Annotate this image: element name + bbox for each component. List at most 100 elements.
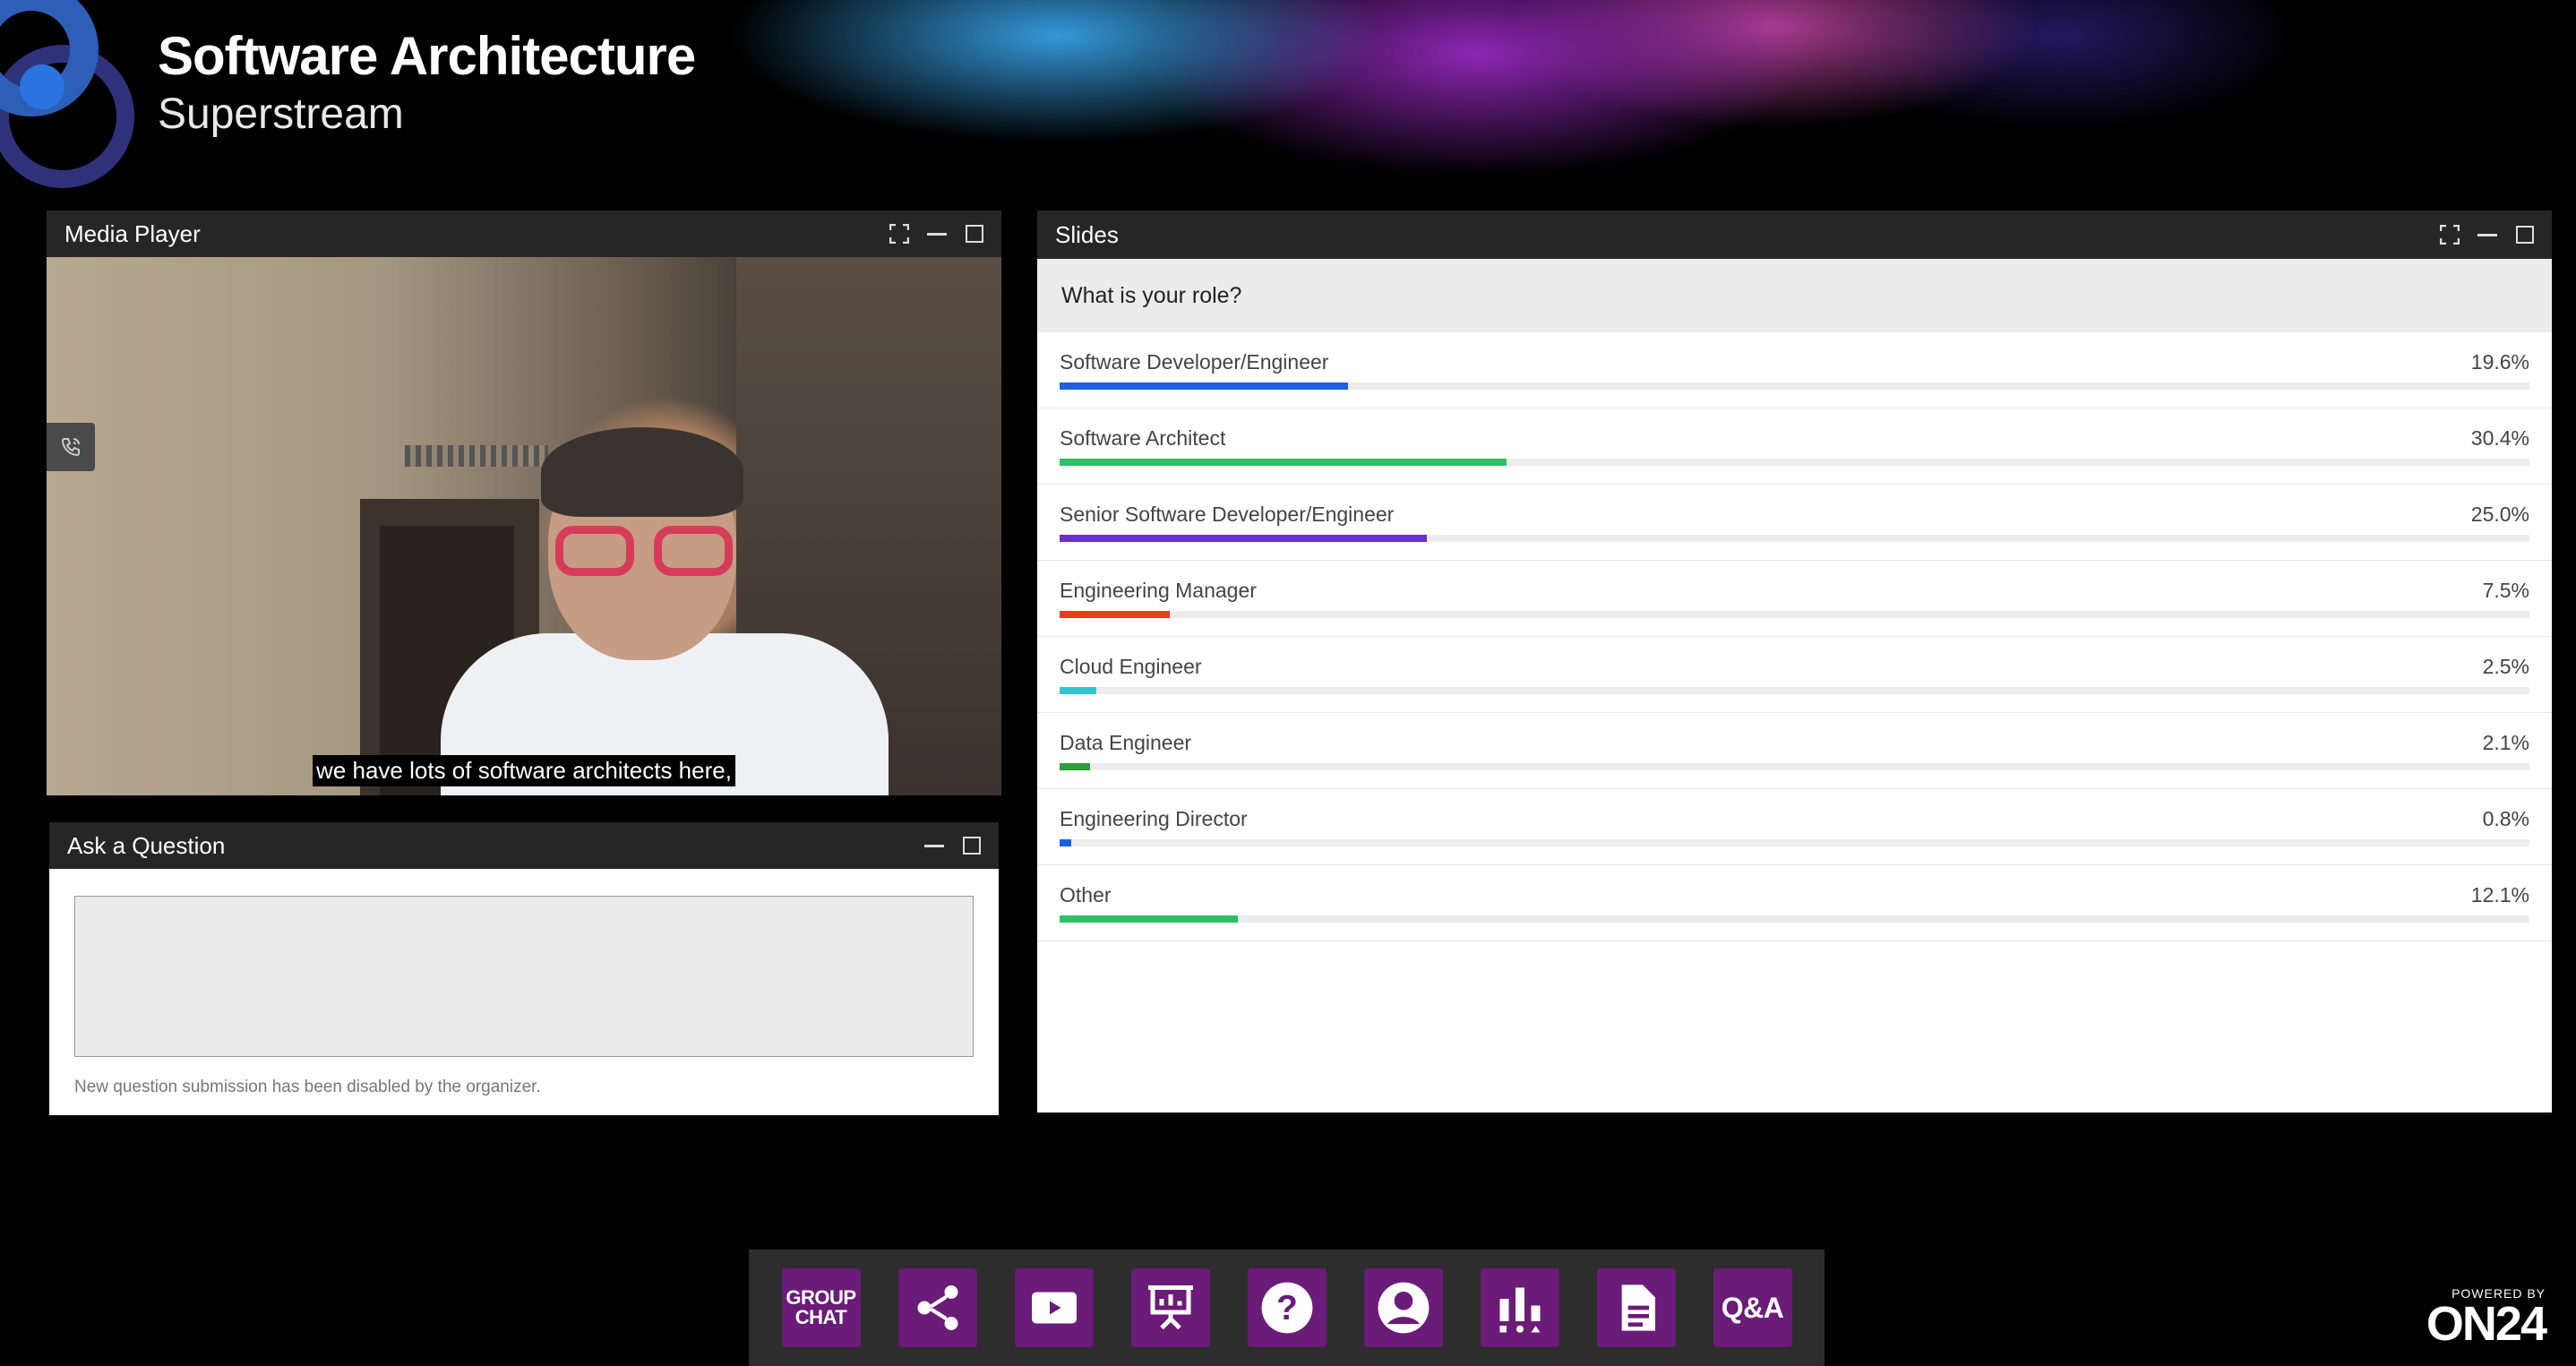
- poll-question: What is your role?: [1037, 259, 2552, 332]
- minimize-icon: [924, 844, 944, 847]
- poll-option-label: Data Engineer: [1060, 731, 1192, 754]
- poll-bar-fill: [1060, 839, 1072, 846]
- poll-option-percent: 7.5%: [2482, 579, 2529, 602]
- phone-icon[interactable]: [47, 423, 95, 471]
- brand-subtitle: Superstream: [158, 90, 404, 138]
- maximize-icon: [963, 837, 981, 855]
- brand-logo-dot: [20, 64, 64, 109]
- question-input[interactable]: [74, 896, 974, 1057]
- poll-option-percent: 2.1%: [2482, 731, 2529, 754]
- fullscreen-icon[interactable]: [2439, 224, 2460, 245]
- question-disabled-note: New question submission has been disable…: [74, 1078, 541, 1096]
- maximize-button[interactable]: [2514, 224, 2536, 245]
- brand-title: Software Architecture: [158, 26, 696, 86]
- ask-question-panel: Ask a Question New question submission h…: [49, 822, 999, 1115]
- event-banner: Software Architecture Superstream: [0, 0, 2576, 188]
- ask-question-title: Ask a Question: [67, 831, 226, 859]
- poll-bar-fill: [1060, 382, 1348, 390]
- poll-bar-track: [1060, 763, 2529, 770]
- poll-option: Senior Software Developer/Engineer 25.0%: [1037, 485, 2552, 561]
- poll-option-percent: 19.6%: [2470, 350, 2529, 374]
- slides-title: Slides: [1055, 220, 1119, 248]
- poll-option: Data Engineer 2.1%: [1037, 713, 2552, 789]
- poll-option-percent: 25.0%: [2470, 503, 2529, 526]
- minimize-button[interactable]: [926, 223, 948, 245]
- minimize-button[interactable]: [2477, 224, 2498, 245]
- poll-icon: [1499, 1287, 1540, 1333]
- document-icon: [1621, 1284, 1655, 1331]
- poll-bar-track: [1060, 611, 2529, 618]
- help-icon: ?: [1261, 1282, 1312, 1334]
- fullscreen-icon[interactable]: [889, 223, 910, 245]
- poll-bar-fill: [1060, 763, 1091, 770]
- poll-option: Other 12.1%: [1037, 865, 2552, 941]
- poll-bar-fill: [1060, 459, 1507, 466]
- poll-option-label: Cloud Engineer: [1060, 655, 1202, 678]
- poll-option-percent: 12.1%: [2470, 883, 2529, 906]
- maximize-icon: [2516, 226, 2534, 244]
- poll-button[interactable]: [1480, 1268, 1559, 1347]
- poll-option: Software Architect 30.4%: [1037, 408, 2552, 485]
- media-player-title: Media Player: [64, 219, 201, 247]
- group-chat-label-line1: GROUP: [786, 1286, 856, 1309]
- poll-option-percent: 0.8%: [2482, 807, 2529, 830]
- media-button[interactable]: [1014, 1268, 1094, 1347]
- resources-button[interactable]: [1596, 1268, 1676, 1347]
- qa-button[interactable]: Q&A: [1713, 1268, 1792, 1347]
- maximize-icon: [966, 225, 983, 243]
- poll-option: Software Developer/Engineer 19.6%: [1037, 332, 2552, 408]
- poll-bar-fill: [1060, 915, 1238, 923]
- slides-panel: Slides What is your role? Software Devel…: [1037, 210, 2552, 1113]
- video-stream[interactable]: we have lots of software architects here…: [47, 257, 1001, 795]
- poll-bar-track: [1060, 687, 2529, 694]
- poll-option: Engineering Manager 7.5%: [1037, 561, 2552, 637]
- group-chat-button[interactable]: GROUP CHAT: [781, 1268, 861, 1347]
- poll-bar-fill: [1060, 611, 1171, 618]
- slides-window-controls: [2439, 224, 2536, 245]
- poll-option: Cloud Engineer 2.5%: [1037, 637, 2552, 713]
- poll-option-label: Other: [1060, 883, 1112, 906]
- poll-option-label: Software Architect: [1060, 426, 1226, 450]
- slides-header: Slides: [1037, 210, 2552, 259]
- maximize-button[interactable]: [964, 223, 985, 245]
- profile-button[interactable]: [1363, 1268, 1443, 1347]
- group-chat-label-line2: CHAT: [794, 1306, 847, 1328]
- ask-question-header: Ask a Question: [49, 822, 999, 869]
- media-player-header: Media Player: [47, 210, 1001, 257]
- poll-option: Engineering Director 0.8%: [1037, 789, 2552, 865]
- minimize-icon: [927, 232, 947, 236]
- poll-bar-fill: [1060, 687, 1097, 694]
- presentation-icon: [1147, 1285, 1193, 1330]
- help-button[interactable]: ?: [1247, 1268, 1327, 1347]
- speaker-video: [441, 418, 889, 795]
- share-button[interactable]: [897, 1268, 977, 1347]
- poll-bar-track: [1060, 535, 2529, 542]
- powered-by-logo: POWERED BY ON24: [2426, 1286, 2547, 1351]
- video-caption: we have lots of software architects here…: [313, 755, 735, 786]
- poll-bar-fill: [1060, 535, 1428, 542]
- poll-option-label: Software Developer/Engineer: [1060, 350, 1329, 374]
- poll-bar-track: [1060, 839, 2529, 846]
- video-icon: [1031, 1292, 1077, 1324]
- poll-option-percent: 2.5%: [2482, 655, 2529, 678]
- poll-option-label: Engineering Manager: [1060, 579, 1257, 602]
- media-player-panel: Media Player we have lots of software ar…: [47, 210, 1001, 795]
- profile-icon: [1378, 1282, 1429, 1334]
- poll-bar-track: [1060, 459, 2529, 466]
- share-icon: [917, 1285, 957, 1330]
- poll-results: Software Developer/Engineer 19.6% Software…: [1037, 332, 2552, 941]
- ask-question-window-controls: [923, 835, 983, 856]
- svg-text:?: ?: [1276, 1289, 1298, 1327]
- media-player-window-controls: [889, 223, 985, 245]
- slides-button[interactable]: [1130, 1268, 1210, 1347]
- minimize-icon: [2477, 233, 2497, 236]
- engagement-toolbar: GROUP CHAT ? Q&A: [749, 1250, 1825, 1366]
- minimize-button[interactable]: [923, 835, 945, 856]
- on24-logo: ON24: [2426, 1297, 2547, 1351]
- poll-option-percent: 30.4%: [2470, 426, 2529, 450]
- poll-option-label: Engineering Director: [1060, 807, 1248, 830]
- qa-label: Q&A: [1721, 1292, 1784, 1324]
- poll-bar-track: [1060, 915, 2529, 923]
- maximize-button[interactable]: [961, 835, 983, 856]
- poll-option-label: Senior Software Developer/Engineer: [1060, 503, 1395, 526]
